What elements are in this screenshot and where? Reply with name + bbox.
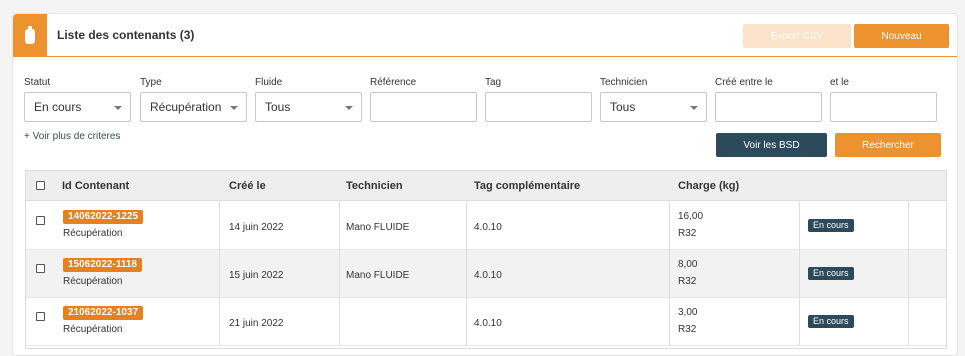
panel-header: Liste des contenants (3) Export CSV Nouv… xyxy=(13,14,957,57)
status-badge: En cours xyxy=(808,219,854,232)
caret-down-icon xyxy=(230,106,238,110)
technicien-label: Technicien xyxy=(600,77,648,88)
fluid-value: R32 xyxy=(678,228,697,239)
technicien-name: Mano FLUIDE xyxy=(346,270,410,281)
new-button[interactable]: Nouveau xyxy=(854,24,949,48)
column-divider xyxy=(466,250,467,298)
charge-value: 3,00 xyxy=(678,307,698,318)
column-divider xyxy=(219,202,220,250)
statut-value: En cours xyxy=(34,100,82,114)
container-id-badge[interactable]: 15062022-1118 xyxy=(63,258,142,272)
row-checkbox[interactable] xyxy=(36,312,45,321)
col-id: Id Contenant xyxy=(62,180,130,192)
column-divider xyxy=(799,298,800,346)
fluid-value: R32 xyxy=(678,276,697,287)
tag-value: 4.0.10 xyxy=(474,270,502,281)
containers-table: Id Contenant Créé le Technicien Tag comp… xyxy=(25,170,947,349)
column-divider xyxy=(669,202,670,250)
created-date: 21 juin 2022 xyxy=(229,318,284,329)
col-technicien: Technicien xyxy=(346,180,403,192)
technicien-value: Tous xyxy=(610,100,636,114)
container-type: Récupération xyxy=(63,276,123,287)
type-value: Récupération xyxy=(150,100,222,114)
caret-down-icon xyxy=(114,106,122,110)
container-type: Récupération xyxy=(63,228,123,239)
column-divider xyxy=(219,250,220,298)
table-row[interactable]: 15062022-1118 Récupération 15 juin 2022 … xyxy=(26,250,946,298)
column-divider xyxy=(669,298,670,346)
row-checkbox[interactable] xyxy=(36,216,45,225)
container-type: Récupération xyxy=(63,324,123,335)
column-divider xyxy=(339,250,340,298)
row-checkbox[interactable] xyxy=(36,264,45,273)
statut-select[interactable]: En cours xyxy=(24,92,131,122)
fluid-value: R32 xyxy=(678,324,697,335)
created-date: 14 juin 2022 xyxy=(229,222,284,233)
created-date: 15 juin 2022 xyxy=(229,270,284,281)
caret-down-icon xyxy=(690,106,698,110)
more-criteria-link[interactable]: + Voir plus de criteres xyxy=(24,131,120,142)
view-bsd-button[interactable]: Voir les BSD xyxy=(716,133,827,157)
col-date: Créé le xyxy=(229,180,266,192)
tag-label: Tag xyxy=(485,77,502,88)
column-divider xyxy=(908,202,909,250)
cree-entre-label: Créé entre le xyxy=(715,77,773,88)
column-divider xyxy=(799,202,800,250)
select-all-checkbox[interactable] xyxy=(36,181,45,190)
table-row[interactable]: 21062022-1037 Récupération 21 juin 2022 … xyxy=(26,298,946,346)
column-divider xyxy=(339,298,340,346)
table-row[interactable]: 14062022-1225 Récupération 14 juin 2022 … xyxy=(26,202,946,250)
column-divider xyxy=(339,202,340,250)
export-csv-button[interactable]: Export CSV xyxy=(743,24,851,48)
column-divider xyxy=(799,250,800,298)
container-id-badge[interactable]: 14062022-1225 xyxy=(63,210,144,224)
containers-panel: Liste des contenants (3) Export CSV Nouv… xyxy=(12,13,958,356)
column-divider xyxy=(466,202,467,250)
gas-cylinder-icon xyxy=(13,14,47,56)
technicien-select[interactable]: Tous xyxy=(600,92,707,122)
tag-value: 4.0.10 xyxy=(474,222,502,233)
fluide-label: Fluide xyxy=(255,77,283,88)
tag-value: 4.0.10 xyxy=(474,318,502,329)
page-title: Liste des contenants (3) xyxy=(57,28,195,42)
type-select[interactable]: Récupération xyxy=(140,92,247,122)
column-divider xyxy=(219,298,220,346)
column-divider xyxy=(466,298,467,346)
fluide-value: Tous xyxy=(265,100,291,114)
statut-label: Statut xyxy=(24,77,51,88)
date-from-input[interactable] xyxy=(715,92,822,122)
col-tag: Tag complémentaire xyxy=(474,180,581,192)
technicien-name: Mano FLUIDE xyxy=(346,222,410,233)
column-divider xyxy=(908,298,909,346)
reference-label: Référence xyxy=(370,77,417,88)
container-id-badge[interactable]: 21062022-1037 xyxy=(63,306,144,320)
table-header: Id Contenant Créé le Technicien Tag comp… xyxy=(26,171,946,201)
tag-input[interactable] xyxy=(485,92,592,122)
reference-input[interactable] xyxy=(370,92,477,122)
fluide-select[interactable]: Tous xyxy=(255,92,362,122)
status-badge: En cours xyxy=(808,267,854,280)
search-button[interactable]: Rechercher xyxy=(835,133,941,157)
et-le-label: et le xyxy=(830,77,849,88)
column-divider xyxy=(908,250,909,298)
charge-value: 8,00 xyxy=(678,259,698,270)
date-to-input[interactable] xyxy=(830,92,937,122)
col-charge: Charge (kg) xyxy=(678,180,740,192)
column-divider xyxy=(669,250,670,298)
status-badge: En cours xyxy=(808,315,854,328)
charge-value: 16,00 xyxy=(678,211,704,222)
type-label: Type xyxy=(140,77,162,88)
caret-down-icon xyxy=(345,106,353,110)
